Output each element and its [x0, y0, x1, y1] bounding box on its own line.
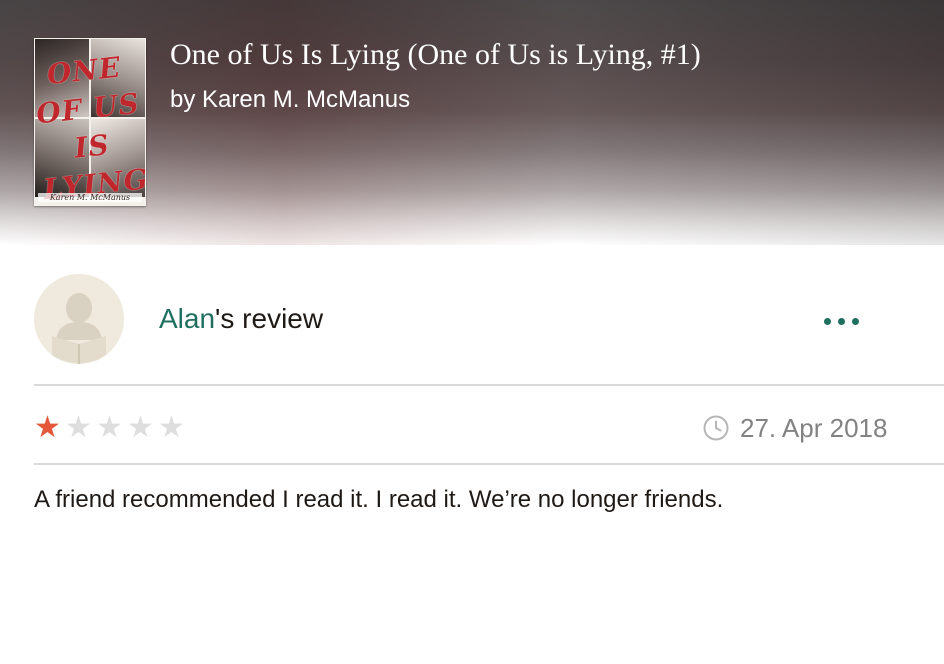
reader-silhouette-icon	[34, 274, 124, 364]
reviewer-avatar[interactable]	[34, 274, 124, 364]
book-title[interactable]: One of Us Is Lying (One of Us is Lying, …	[170, 38, 701, 72]
star-empty-icon: ★	[65, 410, 92, 445]
more-dot	[838, 318, 845, 325]
review-heading-suffix: 's review	[215, 303, 324, 334]
divider	[34, 463, 944, 465]
star-filled-icon: ★	[34, 410, 61, 445]
review-text: A friend recommended I read it. I read i…	[34, 486, 724, 513]
cover-title-lettering: ONE OF US IS LYING	[34, 50, 146, 206]
review-date: 27. Apr 2018	[740, 412, 888, 443]
star-empty-icon: ★	[158, 410, 185, 445]
book-cover-image[interactable]: ONE OF US IS LYING Karen M. McManus	[34, 38, 146, 206]
star-empty-icon: ★	[96, 410, 123, 445]
book-header: ONE OF US IS LYING Karen M. McManus One …	[0, 0, 944, 245]
more-options-button[interactable]	[814, 305, 868, 337]
review-heading: Alan's review	[159, 303, 323, 335]
more-dot	[852, 318, 859, 325]
cover-author-lettering: Karen M. McManus	[38, 193, 142, 202]
star-rating: ★ ★ ★ ★ ★	[32, 410, 187, 446]
review-date-row: 27. Apr 2018	[702, 410, 887, 446]
more-dots-icon	[824, 318, 831, 325]
star-empty-icon: ★	[127, 410, 154, 445]
divider	[34, 384, 944, 386]
book-author[interactable]: by Karen M. McManus	[170, 86, 410, 114]
reviewer-name-link[interactable]: Alan	[159, 303, 215, 334]
clock-icon	[703, 415, 729, 441]
